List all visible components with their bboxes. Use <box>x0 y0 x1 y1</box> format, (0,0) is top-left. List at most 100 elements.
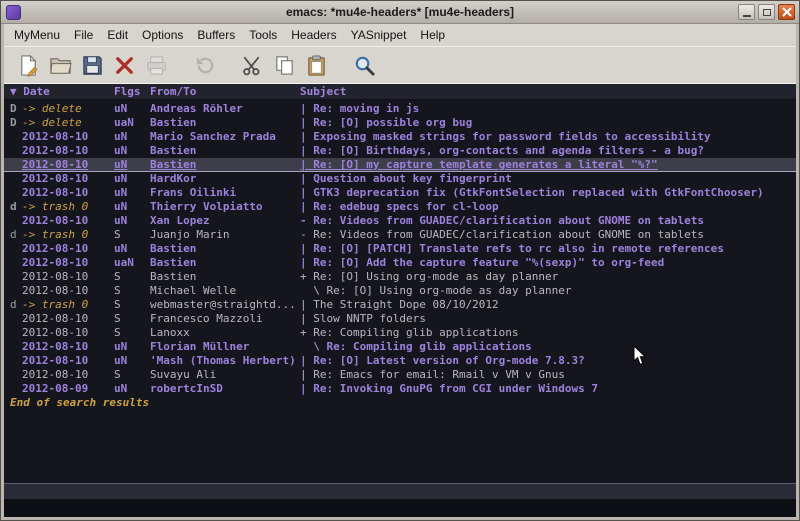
message-row[interactable]: 2012-08-10uNBastien| Re: [O] [PATCH] Tra… <box>4 242 796 256</box>
message-mark <box>10 270 22 284</box>
message-mark <box>10 214 22 228</box>
message-flags: uN <box>114 144 150 158</box>
column-header-subject[interactable]: Subject <box>300 84 796 99</box>
menu-yasnippet[interactable]: YASnippet <box>344 25 414 45</box>
message-row[interactable]: d-> trash 0uNThierry Volpiatto| Re: edeb… <box>4 200 796 214</box>
toolbar-search-button[interactable] <box>348 50 380 80</box>
toolbar-paste-button[interactable] <box>300 50 332 80</box>
message-row[interactable]: 2012-08-10SLanoxx+ Re: Compiling glib ap… <box>4 326 796 340</box>
end-of-results-text: End of search results <box>4 396 796 410</box>
maximize-button[interactable] <box>758 4 775 20</box>
message-row[interactable]: 2012-08-10SFrancesco Mazzoli| Slow NNTP … <box>4 312 796 326</box>
message-row-current[interactable]: 2012-08-10uNBastien| Re: [O] my capture … <box>4 158 796 172</box>
message-row[interactable]: 2012-08-10uNXan Lopez- Re: Videos from G… <box>4 214 796 228</box>
message-subject: + Re: Compiling glib applications <box>300 326 796 340</box>
message-subject: | The Straight Dope 08/10/2012 <box>300 298 796 312</box>
message-from: Thierry Volpiatto <box>150 200 300 214</box>
message-flags: uN <box>114 186 150 200</box>
message-mark <box>10 284 22 298</box>
minimize-button[interactable] <box>738 4 755 20</box>
toolbar-open-file-button[interactable] <box>44 50 76 80</box>
cut-icon <box>241 54 264 77</box>
message-from: Bastien <box>150 158 300 172</box>
titlebar[interactable]: emacs: *mu4e-headers* [mu4e-headers] <box>1 1 799 24</box>
message-row[interactable]: 2012-08-10uNHardKor| Question about key … <box>4 172 796 186</box>
message-from: Lanoxx <box>150 326 300 340</box>
message-row[interactable]: 2012-08-10SSuvayu Ali| Re: Emacs for ema… <box>4 368 796 382</box>
message-date: 2012-08-10 <box>22 144 114 158</box>
message-subject: | GTK3 deprecation fix (GtkFontSelection… <box>300 186 796 200</box>
column-header-from[interactable]: From/To <box>150 84 300 99</box>
emacs-window: emacs: *mu4e-headers* [mu4e-headers] MyM… <box>0 0 800 521</box>
message-from: Michael Welle <box>150 284 300 298</box>
message-from: Juanjo Marin <box>150 228 300 242</box>
column-header-flags[interactable]: Flgs <box>114 84 150 99</box>
message-flags: uN <box>114 382 150 396</box>
menu-help[interactable]: Help <box>413 25 452 45</box>
message-flags: S <box>114 312 150 326</box>
message-row[interactable]: 2012-08-10uNFlorian Müllner \ Re: Compil… <box>4 340 796 354</box>
message-row[interactable]: 2012-08-10uNFrans Oilinki| GTK3 deprecat… <box>4 186 796 200</box>
toolbar-new-file-button[interactable] <box>12 50 44 80</box>
message-mark: d <box>10 200 22 214</box>
message-row[interactable]: D-> deleteuNAndreas Röhler| Re: moving i… <box>4 102 796 116</box>
menu-edit[interactable]: Edit <box>100 25 135 45</box>
message-from: Bastien <box>150 144 300 158</box>
message-row[interactable]: 2012-08-10SBastien+ Re: [O] Using org-mo… <box>4 270 796 284</box>
message-row[interactable]: 2012-08-10SMichael Welle \ Re: [O] Using… <box>4 284 796 298</box>
message-from: webmaster@straightd... <box>150 298 300 312</box>
message-subject: \ Re: Compiling glib applications <box>300 340 796 354</box>
menu-options[interactable]: Options <box>135 25 190 45</box>
message-date: 2012-08-10 <box>22 158 114 172</box>
message-row[interactable]: 2012-08-10uNBastien| Re: [O] Birthdays, … <box>4 144 796 158</box>
message-flags: S <box>114 368 150 382</box>
message-subject: - Re: Videos from GUADEC/clarification a… <box>300 228 796 242</box>
message-row[interactable]: d-> trash 0Swebmaster@straightd...| The … <box>4 298 796 312</box>
message-mark-action: -> trash 0 <box>22 200 114 214</box>
message-subject: | Re: [O] Birthdays, org-contacts and ag… <box>300 144 796 158</box>
message-date: 2012-08-10 <box>22 284 114 298</box>
menu-tools[interactable]: Tools <box>242 25 284 45</box>
minibuffer[interactable] <box>4 499 796 517</box>
message-row[interactable]: d-> trash 0SJuanjo Marin- Re: Videos fro… <box>4 228 796 242</box>
message-from: 'Mash (Thomas Herbert) <box>150 354 300 368</box>
close-button[interactable] <box>778 4 795 20</box>
toolbar-close-button[interactable] <box>108 50 140 80</box>
message-flags: uN <box>114 172 150 186</box>
message-flags: uN <box>114 214 150 228</box>
maximize-icon <box>763 9 771 16</box>
window-controls <box>738 4 795 20</box>
toolbar-save-button[interactable] <box>76 50 108 80</box>
message-subject: | Question about key fingerprint <box>300 172 796 186</box>
message-row[interactable]: 2012-08-10uN'Mash (Thomas Herbert)| Re: … <box>4 354 796 368</box>
menu-file[interactable]: File <box>67 25 100 45</box>
message-mark <box>10 312 22 326</box>
print-icon <box>145 54 168 77</box>
message-row[interactable]: 2012-08-10uNMario Sanchez Prada| Exposin… <box>4 130 796 144</box>
message-row[interactable]: 2012-08-10uaNBastien| Re: [O] Add the ca… <box>4 256 796 270</box>
message-flags: uaN <box>114 116 150 130</box>
menu-buffers[interactable]: Buffers <box>190 25 242 45</box>
modeline[interactable]: *mu4e-headers* ( 5, 0) [All/2.0k] [mu4e-… <box>4 483 796 499</box>
message-row[interactable]: D-> deleteuaNBastien| Re: [O] possible o… <box>4 116 796 130</box>
message-subject: | Exposing masked strings for password f… <box>300 130 796 144</box>
message-mark <box>10 242 22 256</box>
message-row[interactable]: 2012-08-09uNrobertcInSD| Re: Invoking Gn… <box>4 382 796 396</box>
message-from: Bastien <box>150 270 300 284</box>
toolbar-copy-button[interactable] <box>268 50 300 80</box>
message-date: 2012-08-10 <box>22 242 114 256</box>
toolbar-cut-button[interactable] <box>236 50 268 80</box>
message-mark-action: -> delete <box>22 116 114 130</box>
message-subject: | Slow NNTP folders <box>300 312 796 326</box>
toolbar-separator <box>172 47 188 83</box>
menu-headers[interactable]: Headers <box>284 25 343 45</box>
message-date: 2012-08-09 <box>22 382 114 396</box>
message-mark <box>10 368 22 382</box>
menu-mymenu[interactable]: MyMenu <box>7 25 67 45</box>
message-from: Andreas Röhler <box>150 102 300 116</box>
message-subject: | Re: Emacs for email: Rmail v VM v Gnus <box>300 368 796 382</box>
column-header-date[interactable]: ▼ Date <box>10 84 114 99</box>
headers-column-header[interactable]: ▼ Date Flgs From/To Subject <box>4 84 796 100</box>
message-from: robertcInSD <box>150 382 300 396</box>
message-mark <box>10 172 22 186</box>
